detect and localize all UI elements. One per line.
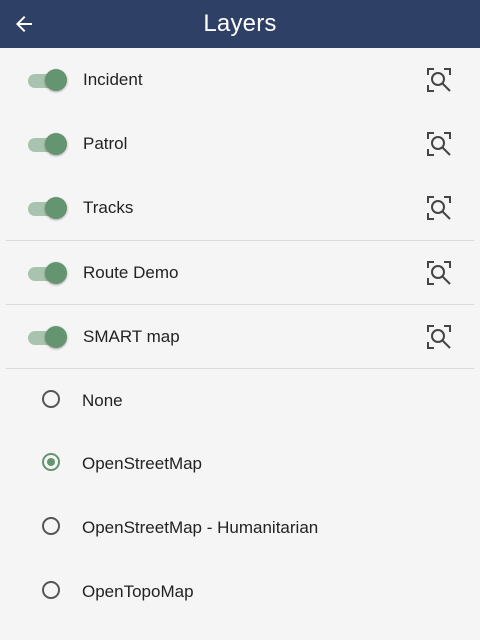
zoom-to-layer-icon <box>427 261 451 285</box>
app-bar: Layers <box>0 0 480 48</box>
layer-label: Patrol <box>83 134 128 153</box>
layer-row-route-demo: Route Demo <box>0 241 480 304</box>
layer-toggle-tracks[interactable] <box>28 197 68 219</box>
layer-label: Incident <box>83 70 143 89</box>
toggle-thumb <box>45 326 67 348</box>
arrow-left-icon <box>16 16 32 32</box>
toggle-thumb <box>45 133 67 155</box>
layer-label: Tracks <box>83 198 134 217</box>
radio-button[interactable] <box>42 390 60 408</box>
zoom-to-layer-icon <box>427 196 451 220</box>
basemap-label: OpenTopoMap <box>82 582 194 601</box>
basemap-option-openstreetmap-humanitarian[interactable]: OpenStreetMap - Humanitarian <box>0 496 480 560</box>
page-title: Layers <box>203 10 277 37</box>
basemap-label: OpenStreetMap - Humanitarian <box>82 518 319 537</box>
basemap-option-opentopomap[interactable]: OpenTopoMap <box>0 560 480 624</box>
layer-toggle-route-demo[interactable] <box>28 262 68 284</box>
zoom-to-layer-button-patrol[interactable] <box>426 131 452 157</box>
zoom-to-layer-icon <box>427 132 451 156</box>
zoom-to-layer-icon <box>427 68 451 92</box>
zoom-to-layer-button-smart-map[interactable] <box>426 324 452 350</box>
layer-toggle-incident[interactable] <box>28 69 68 91</box>
basemap-option-none[interactable]: None <box>0 369 480 432</box>
layer-label: SMART map <box>83 326 180 346</box>
layer-row-incident: Incident <box>0 48 480 112</box>
layer-label: Route Demo <box>83 262 179 282</box>
layer-row-patrol: Patrol <box>0 112 480 176</box>
layer-toggle-smart-map[interactable] <box>28 326 68 348</box>
basemap-label: OpenStreetMap <box>82 454 203 473</box>
radio-button[interactable] <box>42 517 60 535</box>
layer-row-smart-map: SMART map <box>0 305 480 368</box>
radio-button[interactable] <box>42 581 60 599</box>
toggle-thumb <box>45 197 67 219</box>
layer-row-tracks: Tracks <box>0 176 480 240</box>
layer-toggle-patrol[interactable] <box>28 133 68 155</box>
zoom-to-layer-button-route-demo[interactable] <box>426 260 452 286</box>
zoom-to-layer-button-tracks[interactable] <box>426 195 452 221</box>
zoom-to-layer-button-incident[interactable] <box>426 67 452 93</box>
toggle-thumb <box>45 262 67 284</box>
basemap-label: None <box>82 390 123 410</box>
basemap-option-openstreetmap[interactable]: OpenStreetMap <box>0 432 480 496</box>
toggle-thumb <box>45 69 67 91</box>
back-button[interactable] <box>8 8 40 40</box>
radio-button-selected[interactable] <box>42 453 60 471</box>
zoom-to-layer-icon <box>427 325 451 349</box>
